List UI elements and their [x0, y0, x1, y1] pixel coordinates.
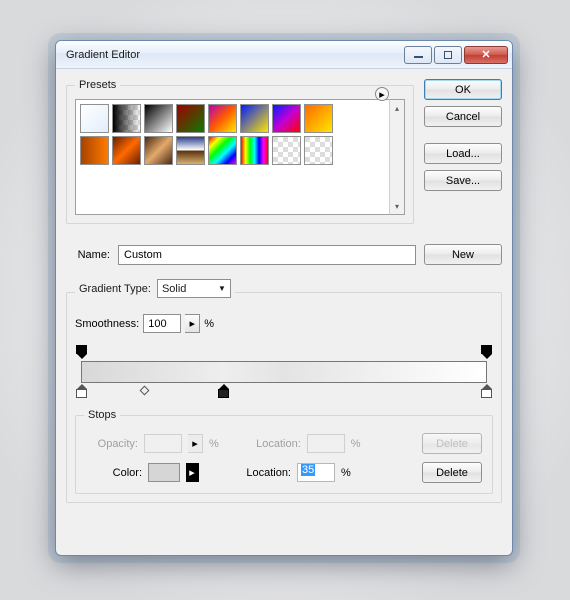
preset-swatch[interactable] [80, 104, 109, 133]
flyout-icon: ▸ [189, 466, 195, 479]
smoothness-row: Smoothness: 100 ▸ % [75, 314, 493, 333]
maximize-button[interactable] [434, 46, 462, 64]
close-icon: ✕ [481, 48, 490, 61]
preset-swatch[interactable] [240, 136, 269, 165]
maximize-icon [444, 51, 452, 59]
titlebar[interactable]: Gradient Editor ✕ [56, 41, 512, 69]
preset-swatch[interactable] [176, 136, 205, 165]
presets-legend: Presets [75, 79, 120, 91]
cancel-button[interactable]: Cancel [424, 106, 502, 127]
name-row: Name: New [66, 244, 502, 265]
color-stop[interactable] [481, 384, 492, 398]
midpoint-handle[interactable] [140, 386, 150, 396]
flyout-icon: ▸ [189, 317, 195, 330]
flyout-icon: ▸ [379, 88, 385, 101]
location-unit: % [341, 467, 351, 479]
color-stop-selected[interactable] [218, 384, 229, 398]
opacity-location-input [307, 434, 345, 453]
stops-opacity-row: Opacity: ▸ % Location: % Delete [86, 433, 482, 454]
location-label: Location: [245, 438, 301, 450]
preset-swatch[interactable] [112, 104, 141, 133]
preset-swatch[interactable] [144, 136, 173, 165]
color-well[interactable] [148, 463, 180, 482]
load-button[interactable]: Load... [424, 143, 502, 164]
opacity-stop-left[interactable] [76, 345, 87, 359]
window-title: Gradient Editor [66, 49, 402, 61]
gradient-type-label: Gradient Type: [79, 283, 151, 295]
smoothness-flyout-button[interactable]: ▸ [185, 314, 200, 333]
presets-flyout-button[interactable]: ▸ [375, 87, 389, 101]
color-location-input[interactable]: 35 [297, 463, 335, 482]
preset-swatch[interactable] [176, 104, 205, 133]
gradient-editor-window: Gradient Editor ✕ Presets ▸ [55, 40, 513, 556]
scroll-up-icon[interactable]: ▴ [390, 100, 404, 116]
stops-legend: Stops [84, 409, 120, 421]
minimize-icon [414, 56, 423, 58]
preset-swatch[interactable] [304, 104, 333, 133]
gradient-editor-strip[interactable] [75, 343, 493, 401]
scroll-track[interactable] [390, 116, 404, 198]
flyout-icon: ▸ [192, 437, 198, 450]
close-button[interactable]: ✕ [464, 46, 508, 64]
presets-group: Presets ▸ [66, 79, 414, 224]
opacity-label: Opacity: [86, 438, 138, 450]
preset-swatch[interactable] [112, 136, 141, 165]
presets-panel: ▴ ▾ [75, 99, 405, 215]
color-stop[interactable] [76, 384, 87, 398]
top-row: Presets ▸ [66, 79, 502, 224]
preset-swatch[interactable] [208, 104, 237, 133]
delete-opacity-stop-button: Delete [422, 433, 482, 454]
opacity-flyout-button: ▸ [188, 434, 203, 453]
preset-swatch[interactable] [240, 104, 269, 133]
new-button[interactable]: New [424, 244, 502, 265]
stops-color-row: Color: ▸ Location: 35 % Delete [86, 462, 482, 483]
presets-grid [75, 99, 389, 215]
opacity-input [144, 434, 182, 453]
color-flyout-button[interactable]: ▸ [186, 463, 199, 482]
location-label: Location: [235, 467, 291, 479]
color-label: Color: [86, 467, 142, 479]
gradient-type-value: Solid [162, 283, 186, 295]
minimize-button[interactable] [404, 46, 432, 64]
smoothness-unit: % [204, 318, 214, 330]
preset-swatch[interactable] [272, 104, 301, 133]
opacity-unit: % [209, 438, 219, 450]
preset-swatch[interactable] [208, 136, 237, 165]
smoothness-input[interactable]: 100 [143, 314, 181, 333]
client-area: Presets ▸ [56, 69, 512, 515]
delete-color-stop-button[interactable]: Delete [422, 462, 482, 483]
preset-swatch[interactable] [80, 136, 109, 165]
name-label: Name: [66, 249, 110, 261]
location-unit: % [351, 438, 361, 450]
button-column: OK Cancel Load... Save... [424, 79, 502, 224]
gradient-bar[interactable] [81, 361, 487, 383]
gradient-type-group: Gradient Type: Solid ▼ Smoothness: 100 ▸… [66, 279, 502, 503]
name-input[interactable] [118, 245, 416, 265]
gradient-type-select[interactable]: Solid ▼ [157, 279, 231, 298]
preset-swatch[interactable] [272, 136, 301, 165]
stops-group: Stops Opacity: ▸ % Location: % Delete [75, 409, 493, 494]
scroll-down-icon[interactable]: ▾ [390, 198, 404, 214]
save-button[interactable]: Save... [424, 170, 502, 191]
chevron-down-icon: ▼ [218, 284, 226, 293]
gradient-type-row: Gradient Type: Solid ▼ [75, 279, 235, 306]
ok-button[interactable]: OK [424, 79, 502, 100]
presets-scrollbar[interactable]: ▴ ▾ [389, 99, 405, 215]
smoothness-label: Smoothness: [75, 318, 139, 330]
preset-swatch[interactable] [304, 136, 333, 165]
preset-swatch[interactable] [144, 104, 173, 133]
opacity-stop-right[interactable] [481, 345, 492, 359]
